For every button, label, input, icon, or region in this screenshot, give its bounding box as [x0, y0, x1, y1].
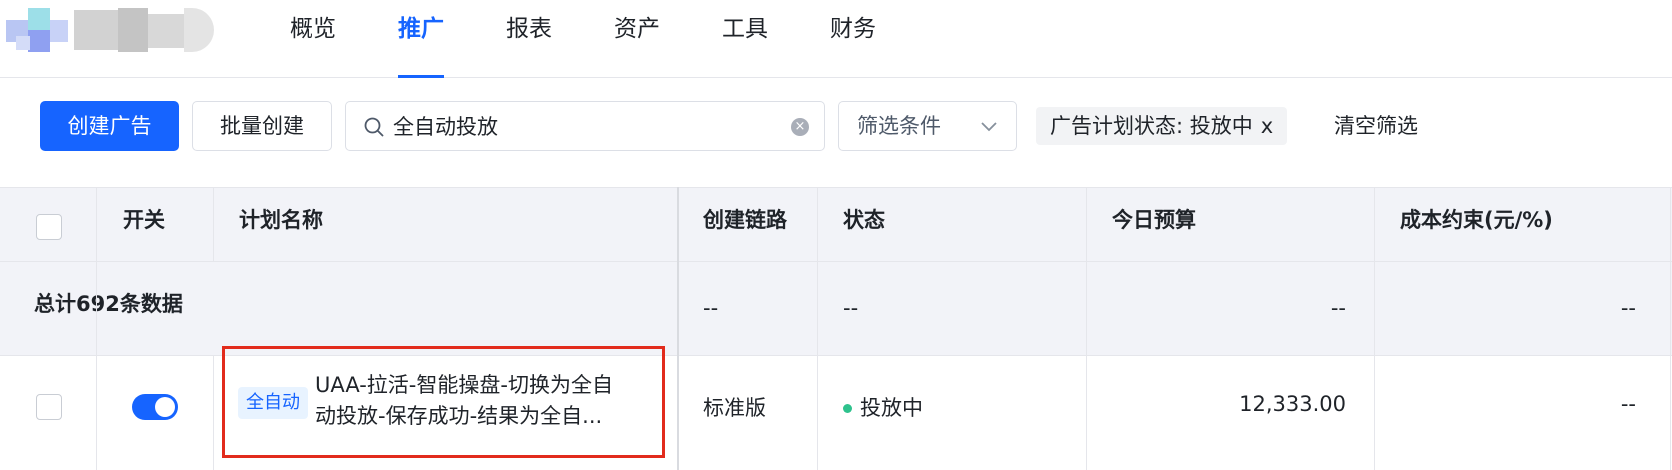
- column-divider: [817, 187, 818, 470]
- search-input[interactable]: [393, 107, 773, 145]
- row-checkbox[interactable]: [36, 394, 62, 420]
- filter-select-label: 筛选条件: [857, 114, 941, 138]
- column-divider: [213, 355, 214, 470]
- toggle-knob: [155, 397, 175, 417]
- row-budget[interactable]: 12,333.00: [1150, 392, 1346, 416]
- row-path: 标准版: [703, 396, 766, 420]
- column-header-cost: 成本约束(元/%): [1400, 208, 1553, 232]
- summary-row: 总计692条数据 -- -- -- --: [0, 261, 1672, 355]
- plan-toggle-switch[interactable]: [132, 394, 178, 420]
- column-divider: [213, 187, 214, 261]
- nav-item-tools[interactable]: 工具: [722, 0, 768, 78]
- column-divider: [1670, 187, 1671, 470]
- nav-item-reports[interactable]: 报表: [506, 0, 552, 78]
- toolbar: 创建广告 批量创建 × 筛选条件 广告计划状态: 投放中 x 清空筛选: [0, 79, 1672, 187]
- summary-budget: --: [1330, 296, 1346, 320]
- active-filter-tag: 广告计划状态: 投放中 x: [1036, 107, 1288, 145]
- column-header-budget: 今日预算: [1112, 208, 1196, 232]
- main-nav: 概览 推广 报表 资产 工具 财务: [290, 0, 938, 78]
- column-header-path: 创建链路: [703, 208, 787, 232]
- summary-cost: --: [1620, 296, 1636, 320]
- clear-search-icon[interactable]: ×: [791, 118, 809, 136]
- active-filter-label: 广告计划状态: 投放中: [1050, 114, 1253, 138]
- clear-filters-link[interactable]: 清空筛选: [1334, 101, 1418, 151]
- table-header: 开关 计划名称 创建链路 状态 今日预算 成本约束(元/%): [0, 187, 1672, 261]
- column-divider: [96, 187, 97, 470]
- summary-path: --: [703, 296, 719, 320]
- status-active-dot: [843, 404, 852, 413]
- remove-filter-icon[interactable]: x: [1261, 114, 1273, 138]
- create-ad-button[interactable]: 创建广告: [40, 101, 179, 151]
- nav-item-finance[interactable]: 财务: [830, 0, 876, 78]
- search-icon: [364, 117, 384, 137]
- search-box[interactable]: ×: [345, 101, 825, 151]
- summary-status: --: [843, 296, 859, 320]
- column-divider: [1086, 187, 1087, 470]
- fixed-column-divider: [677, 187, 679, 470]
- nav-item-overview[interactable]: 概览: [290, 0, 336, 78]
- column-header-name: 计划名称: [239, 208, 323, 232]
- row-status: 投放中: [860, 396, 923, 420]
- highlight-box: [222, 346, 665, 458]
- chevron-down-icon: [981, 122, 997, 132]
- column-header-toggle: 开关: [123, 208, 165, 232]
- nav-item-promotion[interactable]: 推广: [398, 0, 444, 78]
- select-all-checkbox[interactable]: [36, 214, 62, 240]
- row-cost: --: [1620, 392, 1636, 416]
- top-nav-bar: 概览 推广 报表 资产 工具 财务: [0, 0, 1672, 78]
- column-header-status: 状态: [843, 208, 885, 232]
- batch-create-button[interactable]: 批量创建: [192, 101, 332, 151]
- column-divider: [1374, 187, 1375, 470]
- summary-total-label: 总计692条数据: [34, 292, 183, 316]
- filter-conditions-select[interactable]: 筛选条件: [838, 101, 1017, 151]
- nav-item-assets[interactable]: 资产: [614, 0, 660, 78]
- app-logo[interactable]: [6, 4, 226, 54]
